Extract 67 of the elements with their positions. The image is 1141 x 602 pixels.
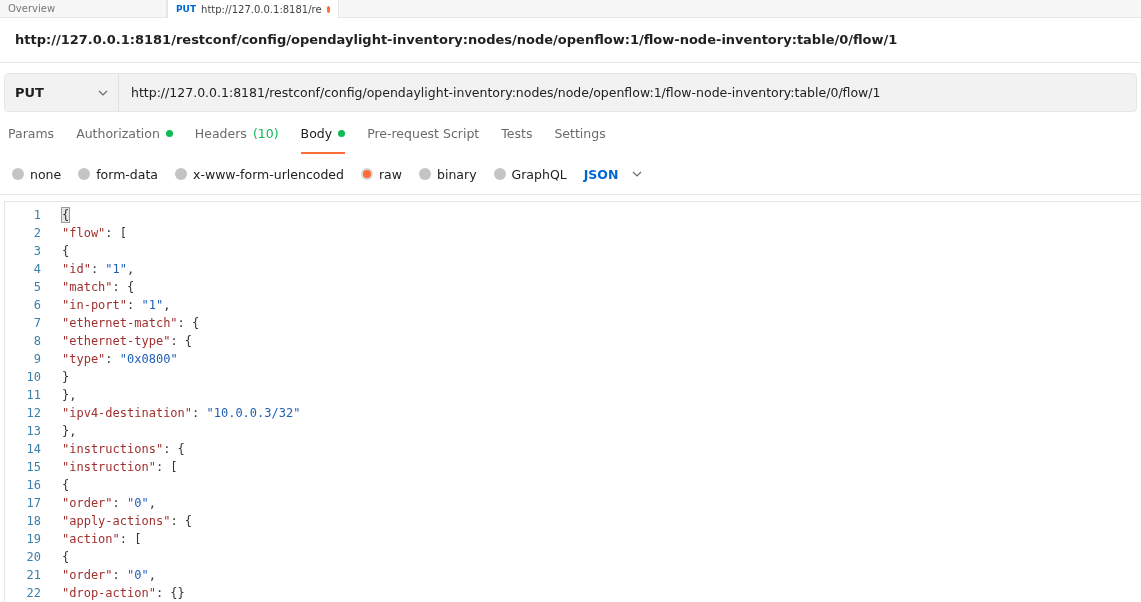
- request-section-tab[interactable]: Pre-request Script: [367, 126, 480, 154]
- chevron-down-icon: [632, 171, 643, 177]
- code-line: {: [62, 550, 70, 564]
- line-number: 6: [32, 298, 41, 312]
- radio-button[interactable]: [78, 168, 91, 180]
- radio-button[interactable]: [175, 168, 187, 180]
- line-number: 11: [25, 388, 41, 402]
- code-line: "type": "0x0800": [62, 352, 178, 366]
- line-number: 13: [25, 424, 41, 438]
- code-line: }: [62, 370, 70, 384]
- line-number: 20: [25, 550, 41, 564]
- code-line: "order": "0",: [62, 496, 156, 510]
- radio-label: raw: [379, 166, 402, 182]
- line-number: 1: [32, 208, 41, 222]
- line-number: 7: [32, 316, 41, 330]
- radio-button[interactable]: [12, 168, 24, 180]
- radio-button[interactable]: [419, 168, 431, 180]
- radio-label: form-data: [96, 166, 158, 182]
- code-line: "action": [: [62, 532, 142, 546]
- code-line: "ethernet-match": {: [62, 316, 200, 330]
- request-section-tab[interactable]: Settings: [554, 126, 606, 154]
- request-section-tab[interactable]: Params: [8, 126, 55, 154]
- line-number: 14: [25, 442, 41, 456]
- line-number: 8: [32, 334, 41, 348]
- line-number: 3: [32, 244, 41, 258]
- line-number: 16: [25, 478, 41, 492]
- code-line: "ethernet-type": {: [62, 334, 193, 348]
- line-number: 15: [25, 460, 41, 474]
- radio-label: GraphQL: [511, 166, 567, 182]
- line-number: 10: [25, 370, 41, 384]
- request-title: http://127.0.0.1:8181/restconf/config/opendaylight-inventory:nodes/node/openflow:1/flow-node-inventory:table/0/flow/1: [0, 18, 1141, 63]
- code-line: "match": {: [62, 280, 135, 294]
- code-line: },: [62, 388, 77, 402]
- code-line: {: [62, 478, 70, 492]
- line-number: 4: [32, 262, 41, 276]
- radio-button[interactable]: [493, 168, 506, 180]
- radio-label: binary: [437, 166, 477, 182]
- code-line: },: [62, 424, 77, 438]
- code-line: "apply-actions": {: [62, 514, 193, 528]
- request-section-tab[interactable]: Authorization: [76, 126, 173, 154]
- line-number: 2: [32, 226, 41, 240]
- line-number: 9: [32, 352, 41, 366]
- line-number: 5: [32, 280, 41, 294]
- line-number: 19: [25, 532, 41, 546]
- code-line: "in-port": "1",: [62, 298, 171, 312]
- line-number: 12: [25, 406, 41, 420]
- code-line: "drop-action": {}: [62, 586, 185, 600]
- code-line: "instructions": {: [62, 442, 185, 456]
- code-editor[interactable]: [4, 201, 1141, 602]
- request-tab[interactable]: PUT http://127.0.0.1:8181/re: [167, 0, 339, 18]
- request-section-tab[interactable]: Headers (10): [194, 126, 279, 154]
- request-section-tab[interactable]: Body: [300, 126, 346, 154]
- format-dropdown[interactable]: JSON: [583, 166, 643, 182]
- line-number: 22: [25, 586, 41, 600]
- code-line: "ipv4-destination": "10.0.0.3/32": [62, 406, 301, 420]
- request-section-tab[interactable]: Tests: [501, 126, 533, 154]
- line-number: 21: [25, 568, 41, 582]
- code-line: "id": "1",: [62, 262, 135, 276]
- radio-label: x-www-form-urlencoded: [193, 166, 344, 182]
- radio-label: none: [30, 166, 62, 182]
- code-line: {: [62, 244, 70, 258]
- code-line: "order": "0",: [62, 568, 156, 582]
- code-line: "flow": [: [62, 226, 128, 240]
- line-number: 18: [25, 514, 41, 528]
- code-line: "instruction": [: [62, 460, 178, 474]
- line-number: 17: [25, 496, 41, 510]
- radio-button[interactable]: [361, 168, 373, 180]
